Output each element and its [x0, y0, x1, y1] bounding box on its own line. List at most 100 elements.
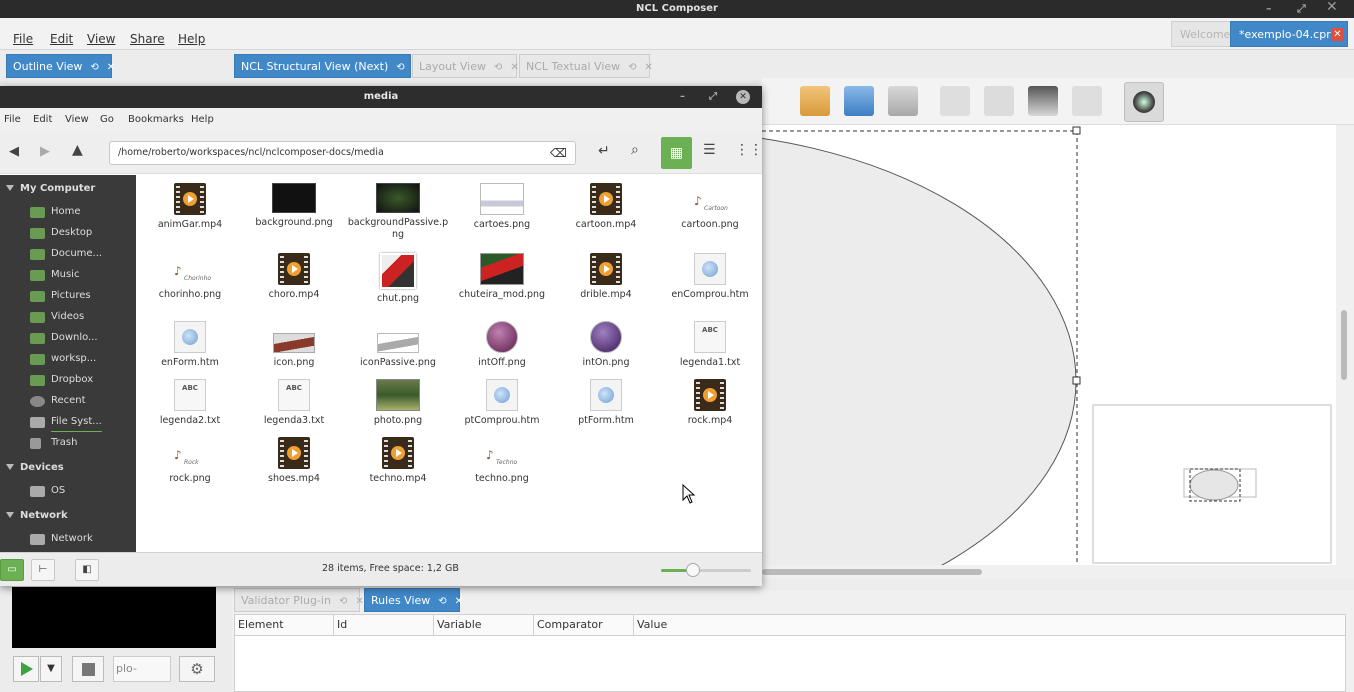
menu-share[interactable]: Share	[130, 32, 165, 46]
fm-menu-edit[interactable]: Edit	[33, 114, 52, 125]
file-item[interactable]: ♪ Rock rock.png	[138, 437, 242, 485]
tab-validator[interactable]: Validator Plug-in ⟲ ✕	[234, 588, 364, 612]
tab-project[interactable]: *exemplo-04.cpr ✕	[1230, 21, 1348, 47]
snapshot-button[interactable]	[1124, 82, 1164, 122]
file-item[interactable]: ABC legenda3.txt	[242, 379, 346, 427]
play-options-dropdown[interactable]: ▼	[40, 656, 62, 682]
hide-sidebar-button[interactable]: ◧	[75, 559, 99, 581]
horizontal-scrollbar-thumb[interactable]	[762, 569, 982, 575]
stop-button[interactable]	[72, 656, 104, 682]
structural-canvas[interactable]	[762, 125, 1354, 565]
play-button[interactable]	[13, 656, 39, 682]
file-item[interactable]: photo.png	[346, 379, 450, 427]
list-view-icon[interactable]: ☰	[703, 142, 716, 158]
maximize-icon[interactable]: ⤢	[709, 86, 717, 108]
zoom-slider[interactable]	[661, 563, 751, 577]
file-item[interactable]: choro.mp4	[242, 253, 346, 301]
file-item[interactable]: ptForm.htm	[554, 379, 658, 427]
column-header[interactable]: Comparator	[534, 615, 634, 635]
close-icon[interactable]: ✕	[1326, 0, 1338, 16]
horizontal-scrollbar[interactable]	[762, 565, 1354, 579]
menu-help[interactable]: Help	[178, 32, 205, 46]
add-media-icon[interactable]	[844, 86, 874, 116]
add-switch-icon[interactable]	[888, 86, 918, 116]
add-property-icon[interactable]	[984, 86, 1014, 116]
file-item[interactable]: enForm.htm	[138, 321, 242, 369]
column-header[interactable]: Value	[634, 615, 734, 635]
file-item[interactable]: animGar.mp4	[138, 183, 242, 231]
tab-textual-view[interactable]: NCL Textual View ⟲ ✕	[519, 54, 653, 78]
show-places-button[interactable]: ▭	[0, 559, 24, 581]
fm-menu-view[interactable]: View	[65, 114, 89, 125]
file-item[interactable]: intOn.png	[554, 321, 658, 369]
vertical-scrollbar[interactable]	[1336, 125, 1354, 565]
add-link-icon[interactable]	[1072, 86, 1102, 116]
close-tab-icon[interactable]: ✕	[455, 596, 463, 607]
run-file-field[interactable]: plo-04.ncl	[113, 656, 171, 682]
file-item[interactable]: ♪ Chorinho chorinho.png	[138, 253, 242, 301]
file-item[interactable]: icon.png	[242, 321, 346, 369]
file-item[interactable]: chut.png	[346, 253, 450, 305]
clear-location-icon[interactable]: ⌫	[550, 142, 567, 164]
search-icon[interactable]: ⌕	[631, 142, 639, 158]
menu-view[interactable]: View	[87, 32, 115, 46]
fm-menu-file[interactable]: File	[4, 114, 21, 125]
file-item[interactable]: drible.mp4	[554, 253, 658, 301]
sidebar-header-my-computer[interactable]: My Computer	[0, 183, 95, 194]
file-item[interactable]: cartoon.mp4	[554, 183, 658, 231]
file-item[interactable]: ABC legenda1.txt	[658, 321, 762, 369]
float-icon[interactable]: ⟲	[396, 62, 404, 73]
add-area-icon[interactable]	[1028, 86, 1058, 116]
fm-menu-go[interactable]: Go	[100, 114, 114, 125]
fm-menu-help[interactable]: Help	[191, 114, 214, 125]
tab-outline-view[interactable]: Outline View ⟲ ✕	[6, 54, 115, 78]
compact-view-icon[interactable]: ⋮⋮	[735, 142, 763, 158]
rules-table-body[interactable]	[234, 636, 1346, 692]
add-context-icon[interactable]	[800, 86, 830, 116]
tab-structural-view[interactable]: NCL Structural View (Next)⟲✕	[234, 54, 421, 78]
show-tree-button[interactable]: ⊢	[31, 559, 55, 581]
run-settings-button[interactable]: ⚙	[179, 656, 215, 682]
up-icon[interactable]: ▲	[72, 142, 83, 158]
column-header[interactable]: Id	[334, 615, 434, 635]
file-item[interactable]: cartoes.png	[450, 183, 554, 231]
menu-edit[interactable]: Edit	[50, 32, 73, 46]
zoom-slider-handle[interactable]	[685, 563, 700, 577]
file-item[interactable]: ♪ Techno techno.png	[450, 437, 554, 485]
file-item[interactable]: shoes.mp4	[242, 437, 346, 485]
fm-menu-bookmarks[interactable]: Bookmarks	[128, 114, 184, 125]
sidebar-header-network[interactable]: Network	[0, 510, 68, 521]
column-header[interactable]: Variable	[434, 615, 534, 635]
file-item[interactable]: intOff.png	[450, 321, 554, 369]
close-project-icon[interactable]: ✕	[1331, 28, 1344, 41]
file-item[interactable]: chuteira_mod.png	[450, 253, 554, 301]
back-icon[interactable]: ◀	[9, 144, 19, 159]
file-item[interactable]: ♪ Cartoon cartoon.png	[658, 183, 762, 231]
tab-rules-view[interactable]: Rules View ⟲ ✕	[364, 588, 463, 612]
menu-file[interactable]: File	[13, 32, 33, 46]
file-item[interactable]: ptComprou.htm	[450, 379, 554, 427]
float-icon[interactable]: ⟲	[90, 62, 98, 73]
location-bar[interactable]: /home/roberto/workspaces/ncl/nclcomposer…	[109, 141, 576, 165]
minimize-icon[interactable]: –	[1266, 0, 1272, 18]
minimize-icon[interactable]: –	[680, 86, 685, 108]
add-port-icon[interactable]	[940, 86, 970, 116]
file-item[interactable]: enComprou.htm	[658, 253, 762, 301]
icon-view-button[interactable]: ▦	[661, 137, 692, 169]
file-item[interactable]: techno.mp4	[346, 437, 450, 485]
maximize-icon[interactable]: ⤢	[1297, 0, 1306, 18]
vertical-scrollbar-thumb[interactable]	[1341, 310, 1347, 380]
file-item[interactable]: background.png	[242, 183, 346, 229]
sidebar-header-devices[interactable]: Devices	[0, 462, 64, 473]
file-item[interactable]: backgroundPassive.png	[346, 183, 450, 241]
column-header[interactable]: Element	[235, 615, 334, 635]
file-item[interactable]: ABC legenda2.txt	[138, 379, 242, 427]
forward-icon[interactable]: ▶	[40, 144, 50, 159]
tab-layout-view[interactable]: Layout View ⟲ ✕	[412, 54, 519, 78]
float-icon[interactable]: ⟲	[438, 596, 446, 607]
file-item[interactable]: iconPassive.png	[346, 321, 450, 369]
toggle-location-icon[interactable]: ↵	[598, 143, 610, 159]
file-item[interactable]: rock.mp4	[658, 379, 762, 427]
close-tab-icon[interactable]: ✕	[107, 62, 115, 73]
close-icon[interactable]: ✕	[736, 90, 750, 104]
